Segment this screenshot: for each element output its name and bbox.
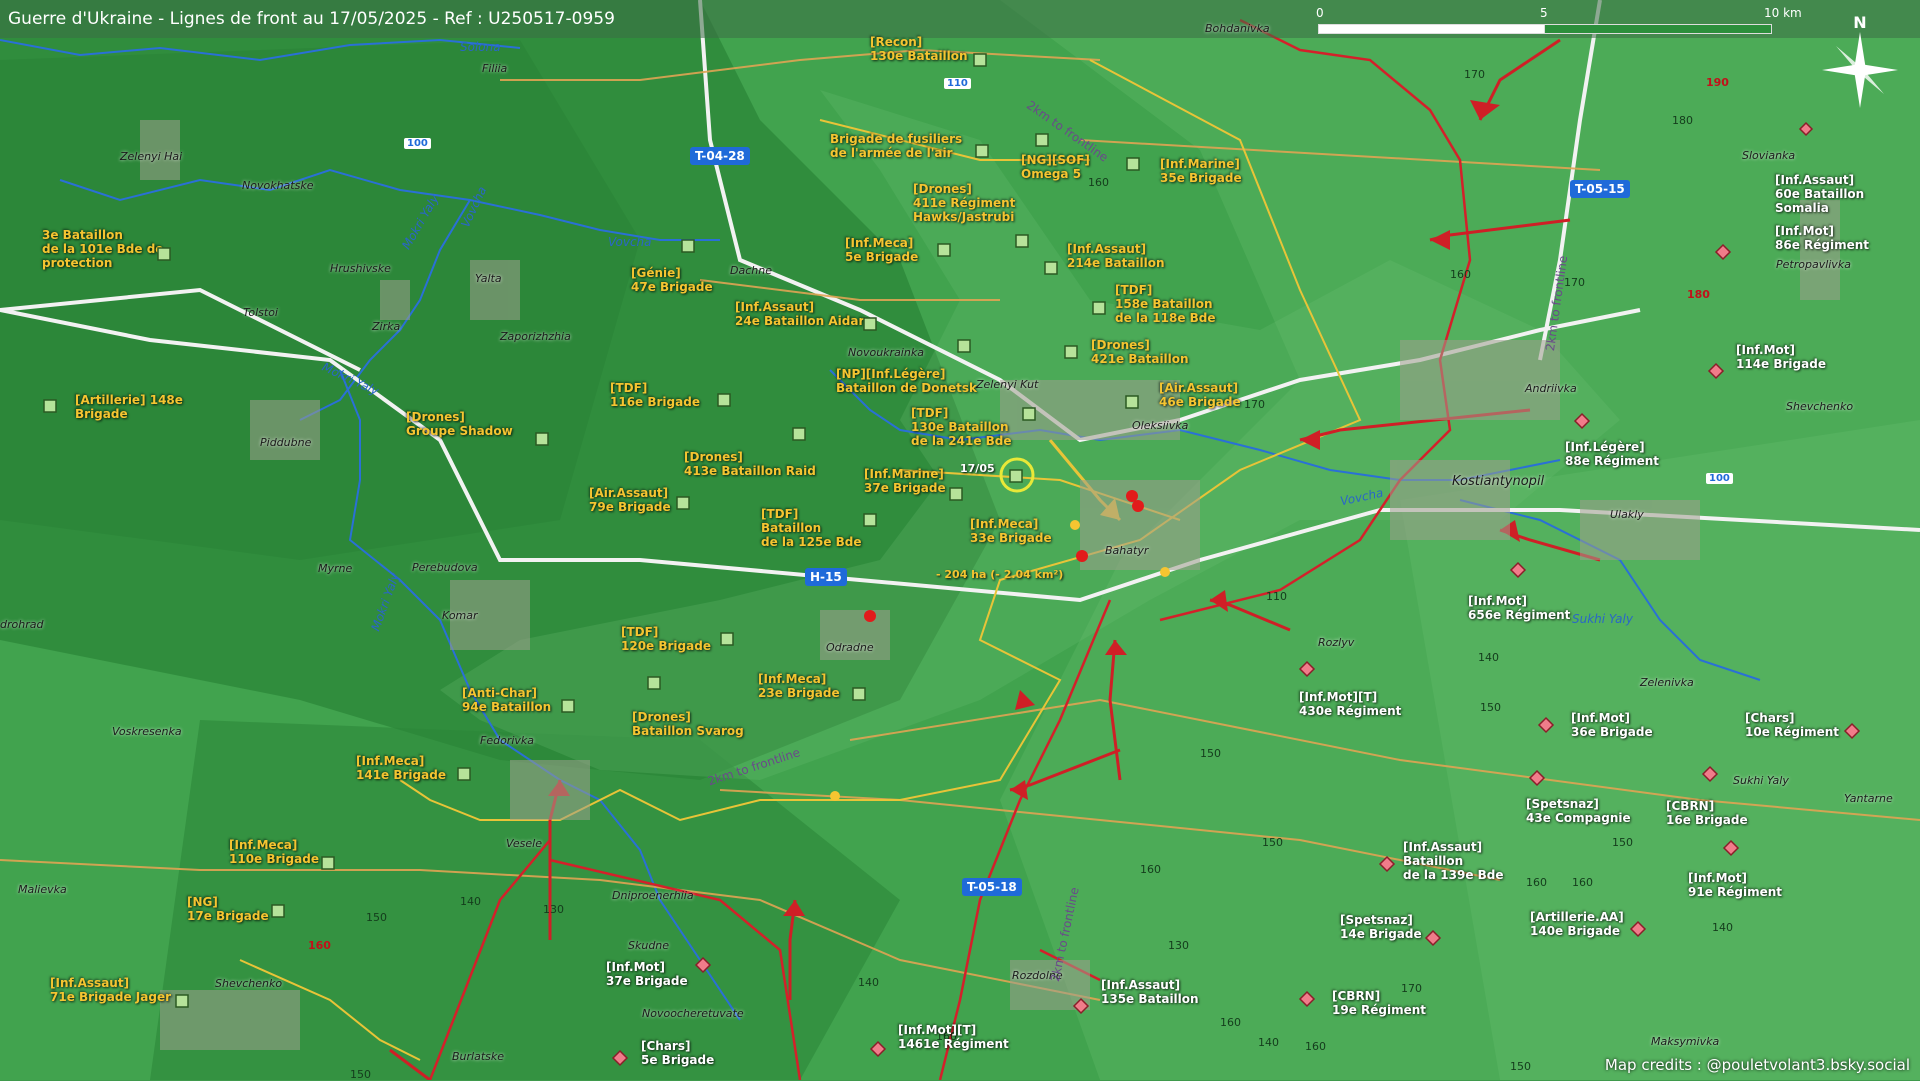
ua-unit-symbol-icon [717, 393, 731, 407]
ru-unit-symbol-icon [1722, 839, 1740, 857]
ru-unit-symbol-icon [869, 1040, 887, 1058]
ru-unit-symbol-icon [1509, 561, 1527, 579]
ua-unit-symbol-icon [720, 632, 734, 646]
ua-unit-symbol-icon [1009, 469, 1023, 483]
ua-unit-symbol-icon [852, 687, 866, 701]
ua-unit-symbol-icon [1035, 133, 1049, 147]
ua-unit-symbol-icon [535, 432, 549, 446]
ua-unit-symbol-icon [1125, 395, 1139, 409]
ru-unit-symbol-icon [1537, 716, 1555, 734]
ua-unit-symbol-icon [975, 144, 989, 158]
ua-unit-symbol-icon [321, 856, 335, 870]
ru-unit-symbol-icon [1701, 765, 1719, 783]
ua-unit-symbol-icon [681, 239, 695, 253]
ru-unit-symbol-icon [1798, 121, 1814, 137]
ua-unit-symbol-icon [1015, 234, 1029, 248]
ua-unit-symbol-icon [863, 513, 877, 527]
ru-unit-symbol-icon [1298, 990, 1316, 1008]
ru-unit-symbol-icon [694, 956, 712, 974]
ua-unit-symbol-icon [561, 699, 575, 713]
ua-unit-symbol-icon [1064, 345, 1078, 359]
ua-unit-symbol-icon [157, 247, 171, 261]
ru-unit-symbol-icon [1843, 722, 1861, 740]
ua-unit-symbol-icon [43, 399, 57, 413]
ua-unit-symbol-icon [792, 427, 806, 441]
ua-unit-symbol-icon [1044, 261, 1058, 275]
ua-unit-symbol-icon [1092, 301, 1106, 315]
ru-unit-symbol-icon [1072, 997, 1090, 1015]
ru-unit-symbol-icon [1707, 362, 1725, 380]
ua-unit-symbol-icon [457, 767, 471, 781]
ru-unit-symbol-icon [1714, 243, 1732, 261]
ua-unit-symbol-icon [949, 487, 963, 501]
ru-unit-symbol-icon [1528, 769, 1546, 787]
ru-unit-symbol-icon [1424, 929, 1442, 947]
ru-unit-symbol-icon [611, 1049, 629, 1067]
ua-unit-symbol-icon [1022, 407, 1036, 421]
ru-unit-symbol-icon [1378, 855, 1396, 873]
ua-unit-symbol-icon [271, 904, 285, 918]
ru-unit-symbol-icon [1298, 660, 1316, 678]
ua-unit-symbol-icon [647, 676, 661, 690]
ua-unit-symbol-icon [937, 243, 951, 257]
ua-unit-symbol-icon [863, 317, 877, 331]
ua-unit-symbol-icon [175, 994, 189, 1008]
ua-unit-symbol-icon [957, 339, 971, 353]
ru-unit-symbol-icon [1573, 412, 1591, 430]
ua-unit-symbol-icon [973, 53, 987, 67]
ua-unit-symbol-icon [1126, 157, 1140, 171]
ru-unit-symbol-icon [1629, 920, 1647, 938]
unit-symbols-layer [43, 53, 1861, 1067]
ua-unit-symbol-icon [676, 496, 690, 510]
